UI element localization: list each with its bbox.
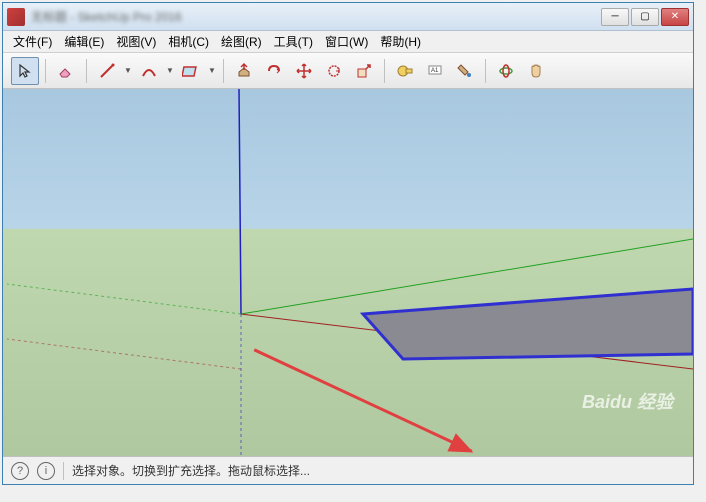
window-title: 无标题 - SketchUp Pro 2016	[31, 8, 601, 25]
offset-tool[interactable]	[260, 57, 288, 85]
rotate-tool[interactable]	[320, 57, 348, 85]
text-tool[interactable]: A1	[421, 57, 449, 85]
menubar: 文件(F) 编辑(E) 视图(V) 相机(C) 绘图(R) 工具(T) 窗口(W…	[3, 31, 693, 53]
menu-file[interactable]: 文件(F)	[7, 31, 58, 52]
menu-tools[interactable]: 工具(T)	[268, 31, 319, 52]
select-tool[interactable]	[11, 57, 39, 85]
separator	[223, 59, 224, 83]
titlebar: 无标题 - SketchUp Pro 2016 ─ ▢ ✕	[3, 3, 693, 31]
line-tool[interactable]	[93, 57, 121, 85]
app-window: 无标题 - SketchUp Pro 2016 ─ ▢ ✕ 文件(F) 编辑(E…	[2, 2, 694, 485]
maximize-button[interactable]: ▢	[631, 8, 659, 26]
menu-help[interactable]: 帮助(H)	[374, 31, 427, 52]
separator	[63, 462, 64, 480]
close-button[interactable]: ✕	[661, 8, 689, 26]
status-text: 选择对象。切换到扩充选择。拖动鼠标选择...	[72, 462, 310, 479]
toolbar: ▼ ▼ ▼ A1	[3, 53, 693, 89]
shape-tool[interactable]	[177, 57, 205, 85]
shape-dropdown[interactable]: ▼	[207, 57, 217, 85]
paint-tool[interactable]	[451, 57, 479, 85]
orbit-tool[interactable]	[492, 57, 520, 85]
tape-tool[interactable]	[391, 57, 419, 85]
move-tool[interactable]	[290, 57, 318, 85]
app-icon	[7, 8, 25, 26]
scale-tool[interactable]	[350, 57, 378, 85]
pushpull-tool[interactable]	[230, 57, 258, 85]
separator	[485, 59, 486, 83]
pan-tool[interactable]	[522, 57, 550, 85]
menu-edit[interactable]: 编辑(E)	[58, 31, 110, 52]
menu-view[interactable]: 视图(V)	[110, 31, 162, 52]
arc-dropdown[interactable]: ▼	[165, 57, 175, 85]
info-icon[interactable]: i	[37, 462, 55, 480]
separator	[384, 59, 385, 83]
statusbar: ? i 选择对象。切换到扩充选择。拖动鼠标选择...	[3, 456, 693, 484]
arc-tool[interactable]	[135, 57, 163, 85]
eraser-tool[interactable]	[52, 57, 80, 85]
menu-window[interactable]: 窗口(W)	[319, 31, 374, 52]
watermark: Baidu 经验	[582, 388, 673, 414]
viewport-3d[interactable]: Baidu 经验	[3, 89, 693, 456]
svg-text:A1: A1	[431, 68, 439, 74]
menu-camera[interactable]: 相机(C)	[162, 31, 215, 52]
separator	[86, 59, 87, 83]
road-object[interactable]	[353, 284, 693, 374]
help-icon[interactable]: ?	[11, 462, 29, 480]
line-dropdown[interactable]: ▼	[123, 57, 133, 85]
minimize-button[interactable]: ─	[601, 8, 629, 26]
separator	[45, 59, 46, 83]
menu-draw[interactable]: 绘图(R)	[215, 31, 268, 52]
